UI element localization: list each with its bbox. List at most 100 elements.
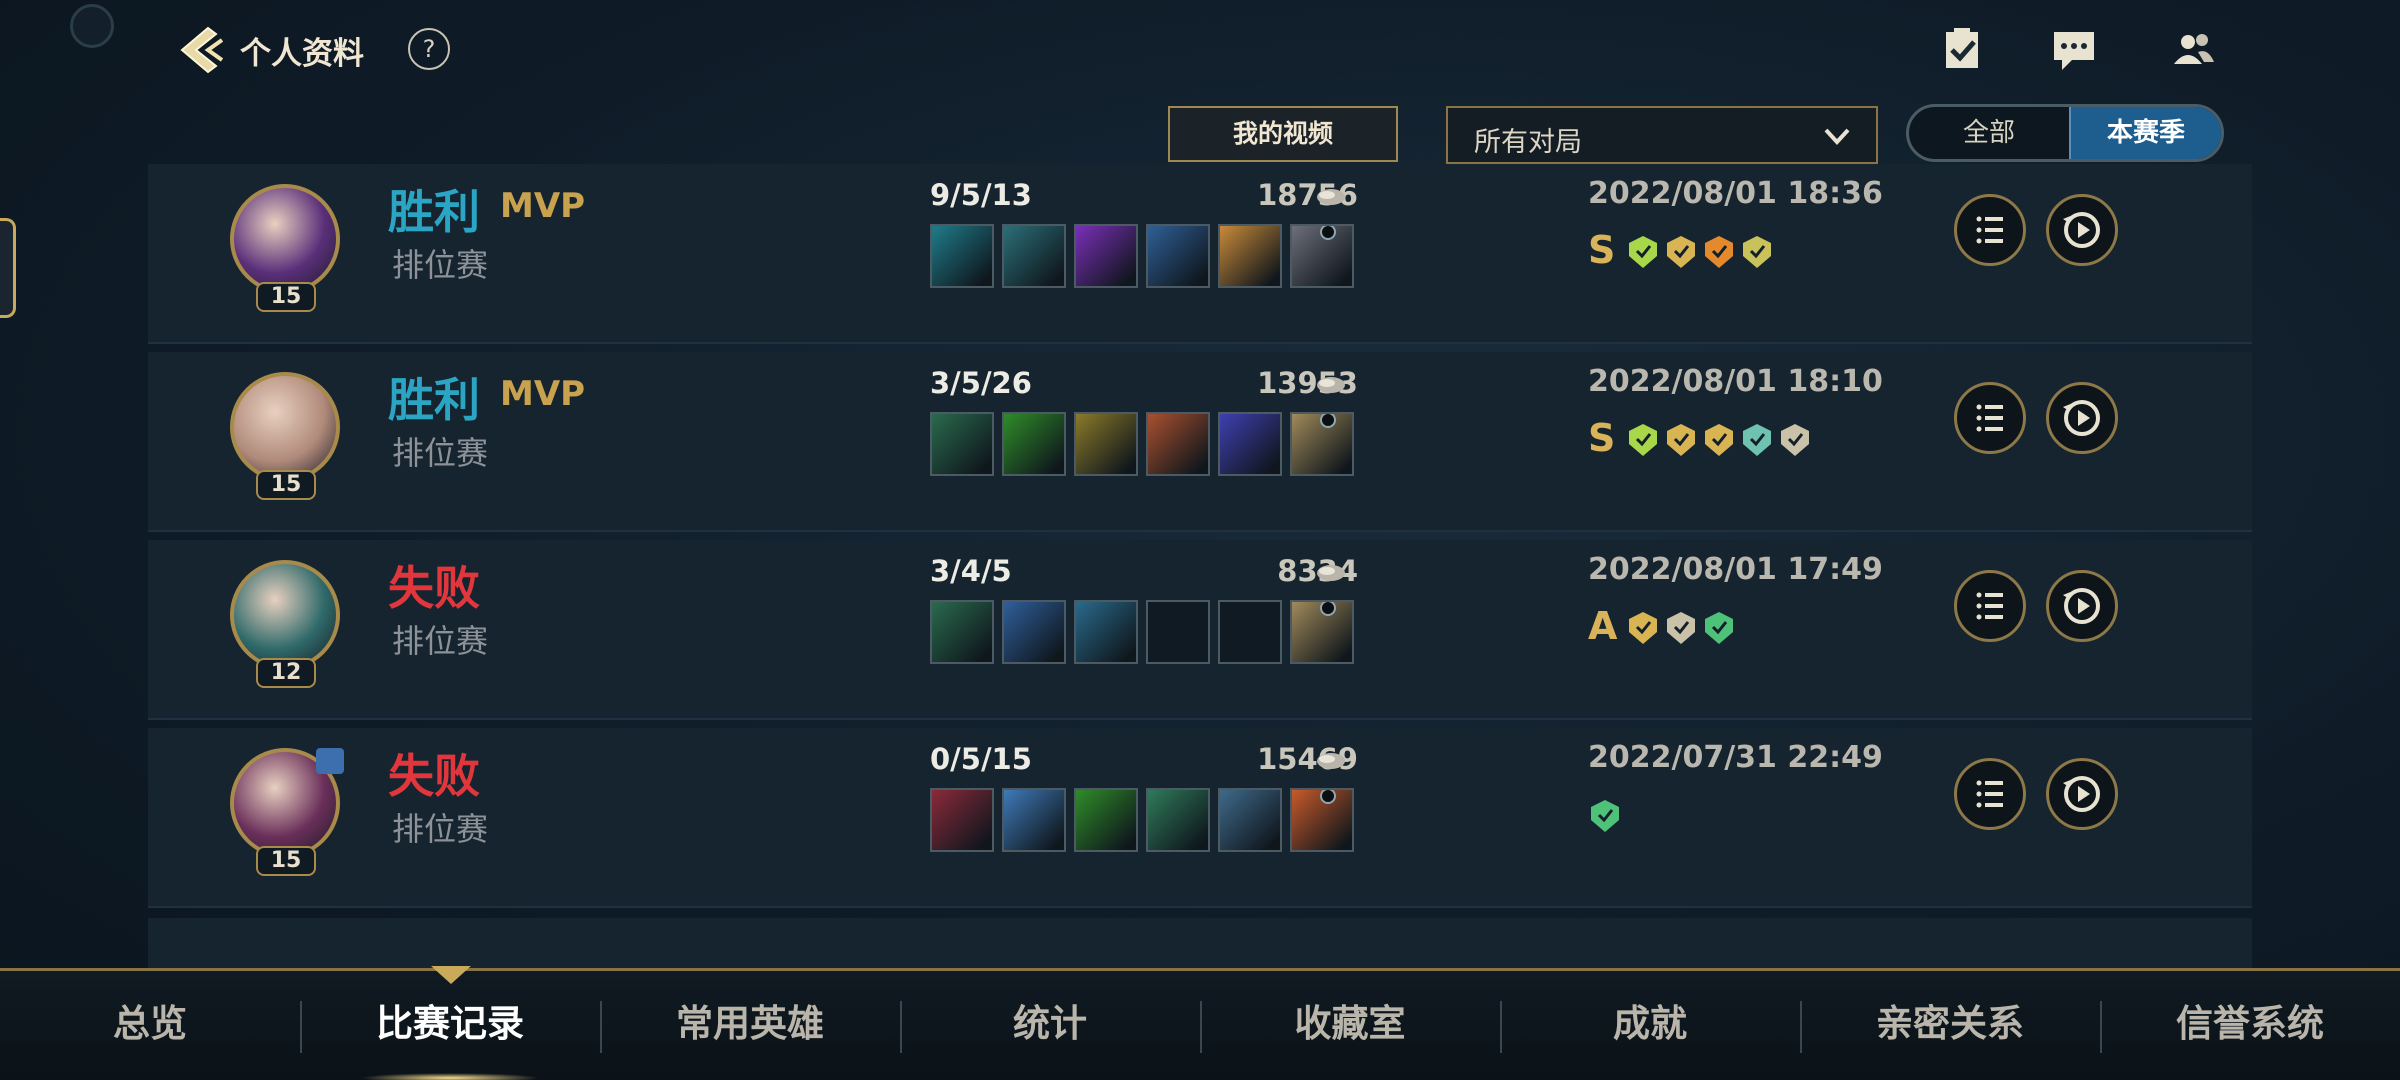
ward-indicator-icon <box>1320 226 1336 240</box>
item-icon[interactable] <box>1290 224 1354 288</box>
achievement-badge-icon[interactable] <box>1664 234 1698 270</box>
achievement-badge-icon[interactable] <box>1702 610 1736 646</box>
nav-divider <box>1800 1001 1802 1053</box>
nav-tab[interactable]: 收藏室 <box>1200 971 1500 1080</box>
list-item-partial <box>148 918 2252 968</box>
nav-tab[interactable]: 信誉系统 <box>2100 971 2400 1080</box>
match-row[interactable]: 15 胜利 MVP 排位赛 3/5/26 13953 2022/08/01 18:10 S <box>148 352 2252 532</box>
nav-tab[interactable]: 成就 <box>1500 971 1800 1080</box>
item-icon[interactable] <box>1146 788 1210 852</box>
gold-coin-icon <box>1317 189 1345 205</box>
achievement-badge-icon[interactable] <box>1626 610 1660 646</box>
my-videos-button[interactable]: 我的视频 <box>1168 106 1398 162</box>
friends-icon[interactable] <box>2168 24 2220 76</box>
kda-score: 3/4/5 <box>930 554 1012 588</box>
checklist-icon[interactable] <box>1936 24 1988 76</box>
match-replay-button[interactable] <box>2046 758 2118 830</box>
match-replay-button[interactable] <box>2046 570 2118 642</box>
ward-indicator-icon <box>1320 414 1336 428</box>
replay-icon <box>2063 776 2100 812</box>
match-result: 失败 <box>388 749 480 803</box>
item-icon[interactable] <box>1074 600 1138 664</box>
item-icon[interactable] <box>1218 788 1282 852</box>
achievement-badge-icon[interactable] <box>1778 422 1812 458</box>
champion-level-badge: 12 <box>256 658 316 688</box>
side-drawer-handle[interactable] <box>0 218 16 318</box>
match-datetime: 2022/08/01 17:49 <box>1588 552 1883 587</box>
item-icon[interactable] <box>1146 224 1210 288</box>
nav-tab[interactable]: 亲密关系 <box>1800 971 2100 1080</box>
nav-tab[interactable]: 统计 <box>900 971 1200 1080</box>
achievement-badge-icon[interactable] <box>1740 234 1774 270</box>
page-title: 个人资料 <box>240 36 364 72</box>
season-toggle[interactable]: 全部 本赛季 <box>1906 104 2224 162</box>
achievement-badge-icon[interactable] <box>1702 234 1736 270</box>
match-details-button[interactable] <box>1954 194 2026 266</box>
achievement-badge-icon[interactable] <box>1664 610 1698 646</box>
match-grade: S <box>1588 228 1616 272</box>
item-icon[interactable] <box>1002 224 1066 288</box>
match-details-button[interactable] <box>1954 382 2026 454</box>
achievement-badge-icon[interactable] <box>1740 422 1774 458</box>
achievement-badge-icon[interactable] <box>1626 422 1660 458</box>
list-icon <box>1976 404 2003 432</box>
empty-item-slot[interactable] <box>1218 600 1282 664</box>
nav-divider <box>2100 1001 2102 1053</box>
match-row[interactable]: 12失败排位赛3/4/583342022/08/01 17:49A <box>148 540 2252 720</box>
item-icon[interactable] <box>1074 224 1138 288</box>
item-icon[interactable] <box>1290 600 1354 664</box>
chat-icon[interactable] <box>2048 24 2100 76</box>
achievement-badge-icon[interactable] <box>1588 798 1622 834</box>
nav-tab[interactable]: 比赛记录 <box>300 971 600 1080</box>
item-icon[interactable] <box>1218 412 1282 476</box>
match-type-dropdown[interactable]: 所有对局 <box>1446 106 1878 164</box>
item-icon[interactable] <box>930 224 994 288</box>
nav-tab[interactable]: 常用英雄 <box>600 971 900 1080</box>
gold-coin-icon <box>1317 377 1345 393</box>
match-details-button[interactable] <box>1954 570 2026 642</box>
replay-icon <box>2063 212 2100 248</box>
queue-type: 排位赛 <box>392 434 489 472</box>
help-button[interactable]: ? <box>408 28 450 70</box>
item-icon[interactable] <box>930 788 994 852</box>
item-icon[interactable] <box>930 412 994 476</box>
item-icon[interactable] <box>1218 224 1282 288</box>
match-row[interactable]: 15 失败 排位赛 0/5/15 15469 2022/07/31 22:49 <box>148 728 2252 908</box>
champion-avatar[interactable] <box>230 372 340 482</box>
item-icon[interactable] <box>1074 788 1138 852</box>
champion-level-badge: 15 <box>256 470 316 500</box>
champion-avatar[interactable] <box>230 184 340 294</box>
match-result: 失败 <box>388 561 480 615</box>
champion-level-badge: 15 <box>256 282 316 312</box>
nav-divider <box>600 1001 602 1053</box>
achievement-badge-icon[interactable] <box>1702 422 1736 458</box>
ward-indicator-icon <box>1320 790 1336 804</box>
nav-tab[interactable]: 总览 <box>0 971 300 1080</box>
item-icon[interactable] <box>1002 600 1066 664</box>
match-details-button[interactable] <box>1954 758 2026 830</box>
empty-item-slot[interactable] <box>1146 600 1210 664</box>
back-button[interactable] <box>168 22 228 78</box>
item-icon[interactable] <box>1002 788 1066 852</box>
champion-avatar[interactable] <box>230 560 340 670</box>
achievement-badge-icon[interactable] <box>1664 422 1698 458</box>
match-replay-button[interactable] <box>2046 194 2118 266</box>
item-icon[interactable] <box>1002 412 1066 476</box>
segment-current-season[interactable]: 本赛季 <box>2069 107 2221 159</box>
item-icon[interactable] <box>1146 412 1210 476</box>
queue-type: 排位赛 <box>392 810 489 848</box>
achievement-badge-icon[interactable] <box>1626 234 1660 270</box>
party-icon <box>316 748 344 774</box>
segment-all[interactable]: 全部 <box>1909 107 2069 159</box>
match-row[interactable]: 15 胜利 MVP 排位赛 9/5/13 18756 2022/08/01 18:36 S <box>148 164 2252 344</box>
list-icon <box>1976 780 2003 808</box>
active-tab-pointer-icon <box>431 966 471 984</box>
match-grade: S <box>1588 416 1616 460</box>
item-icon[interactable] <box>1074 412 1138 476</box>
item-icon[interactable] <box>930 600 994 664</box>
item-icon[interactable] <box>1290 788 1354 852</box>
match-replay-button[interactable] <box>2046 382 2118 454</box>
item-icon[interactable] <box>1290 412 1354 476</box>
kda-score: 9/5/13 <box>930 178 1032 212</box>
kda-score: 0/5/15 <box>930 742 1032 776</box>
